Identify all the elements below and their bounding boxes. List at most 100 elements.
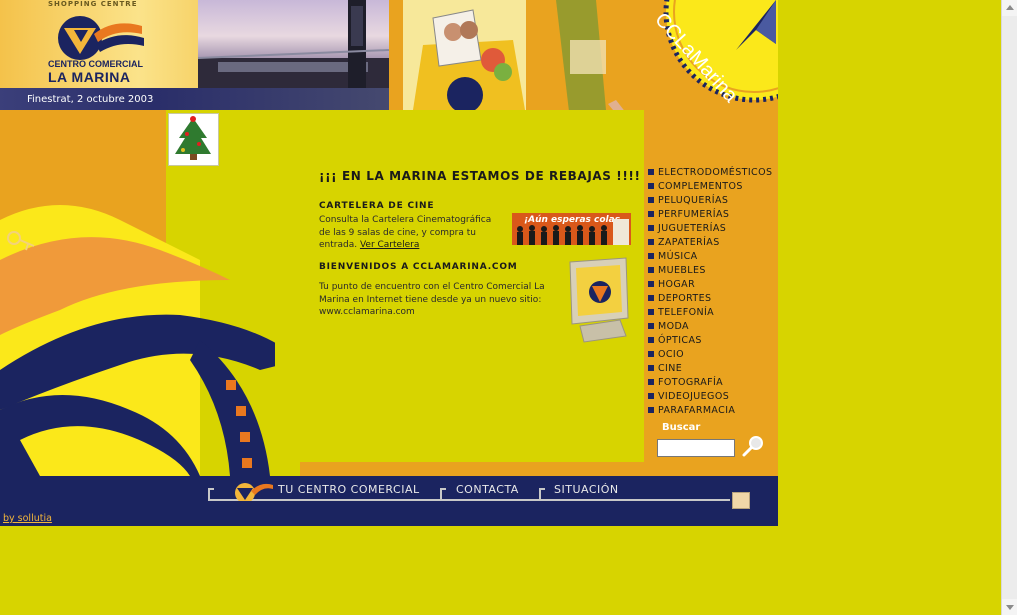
nav-label: OCIO: [658, 349, 684, 360]
nav-label: MODA: [658, 321, 689, 332]
nav-item-electrodomesticos[interactable]: ELECTRODOMÉSTICOS: [648, 167, 772, 181]
cinema-text-line: de las 9 salas de cine, y compra tu: [319, 227, 476, 238]
bullet-icon: [648, 267, 654, 273]
nav-label: DEPORTES: [658, 293, 712, 304]
scroll-down-button[interactable]: [1002, 599, 1017, 615]
nav-label: ÓPTICAS: [658, 335, 702, 346]
nav-item-opticas[interactable]: ÓPTICAS: [648, 335, 772, 349]
welcome-text-line: www.cclamarina.com: [319, 307, 415, 317]
bullet-icon: [648, 169, 654, 175]
nav-item-parafarmacia[interactable]: PARAFARMACIA: [648, 405, 772, 419]
bullet-icon: [648, 393, 654, 399]
building-photo: [198, 0, 389, 90]
nav-item-videojuegos[interactable]: VIDEOJUEGOS: [648, 391, 772, 405]
bullet-icon: [648, 239, 654, 245]
nav-label: TELEFONÍA: [658, 307, 715, 318]
nav-item-cine[interactable]: CINE: [648, 363, 772, 377]
footer-link-centro[interactable]: TU CENTRO COMERCIAL: [278, 483, 420, 496]
footer-link-situacion[interactable]: SITUACIÓN: [554, 483, 619, 496]
nav-label: PELUQUERÍAS: [658, 195, 729, 206]
nav-label: MÚSICA: [658, 251, 698, 262]
bullet-icon: [648, 295, 654, 301]
chevron-down-icon: [1006, 605, 1014, 610]
welcome-title: BIENVENIDOS A CCLAMARINA.COM: [319, 262, 518, 272]
cinema-description: Consulta la Cartelera Cinematográfica de…: [319, 214, 509, 252]
bullet-icon: [648, 225, 654, 231]
chevron-up-icon: [1006, 5, 1014, 10]
welcome-text-line: Tu punto de encuentro con el Centro Come…: [319, 282, 545, 292]
nav-label: ELECTRODOMÉSTICOS: [658, 167, 773, 178]
nav-label: ZAPATERÍAS: [658, 237, 720, 248]
nav-label: CINE: [658, 363, 683, 374]
search-label: Buscar: [662, 422, 701, 433]
nav-label: PERFUMERÍAS: [658, 209, 730, 220]
logo-name-line2: LA MARINA: [48, 69, 131, 85]
bullet-icon: [648, 407, 654, 413]
welcome-text-line: Marina en Internet tiene desde ya un nue…: [319, 294, 542, 305]
cinema-text-line: Consulta la Cartelera Cinematográfica: [319, 215, 492, 225]
nav-item-muebles[interactable]: MUEBLES: [648, 265, 772, 279]
bullet-icon: [648, 323, 654, 329]
welcome-description: Tu punto de encuentro con el Centro Come…: [319, 281, 564, 319]
bullet-icon: [648, 309, 654, 315]
site-logo[interactable]: SHOPPING CENTRE CENTRO COMERCIAL LA MARI…: [0, 0, 198, 90]
cclamarina-brand[interactable]: CCLaMarina: [640, 0, 778, 128]
nav-item-deportes[interactable]: DEPORTES: [648, 293, 772, 307]
nav-item-telefonia[interactable]: TELEFONÍA: [648, 307, 772, 321]
bullet-icon: [648, 365, 654, 371]
bullet-icon: [648, 337, 654, 343]
footer-bracket: [208, 488, 214, 499]
nav-item-fotografia[interactable]: FOTOGRAFÍA: [648, 377, 772, 391]
cinema-title: CARTELERA DE CINE: [319, 201, 435, 211]
logo-tagline: SHOPPING CENTRE: [48, 0, 138, 8]
nav-label: PARAFARMACIA: [658, 405, 736, 416]
nav-item-zapaterias[interactable]: ZAPATERÍAS: [648, 237, 772, 251]
current-date: Finestrat, 2 octubre 2003: [27, 94, 154, 105]
compass-brand-icon: CCLaMarina: [650, 0, 778, 107]
footer-bracket: [440, 488, 446, 499]
scroll-up-button[interactable]: [1002, 0, 1017, 16]
footer-bracket: [539, 488, 545, 499]
bullet-icon: [648, 197, 654, 203]
sales-headline: ¡¡¡ EN LA MARINA ESTAMOS DE REBAJAS !!!!: [319, 169, 641, 183]
left-wave-decoration: [0, 110, 300, 476]
nav-label: FOTOGRAFÍA: [658, 377, 724, 388]
bullet-icon: [648, 183, 654, 189]
nav-item-ocio[interactable]: OCIO: [648, 349, 772, 363]
nav-item-complementos[interactable]: COMPLEMENTOS: [648, 181, 772, 195]
nav-label: COMPLEMENTOS: [658, 181, 743, 192]
vertical-scrollbar[interactable]: [1001, 0, 1017, 615]
footer-link-contacta[interactable]: CONTACTA: [456, 483, 519, 496]
search-input[interactable]: [657, 439, 735, 457]
queue-silhouettes-icon: [517, 219, 629, 245]
bullet-icon: [648, 379, 654, 385]
nav-label: HOGAR: [658, 279, 696, 290]
christmas-tree-image[interactable]: [168, 113, 219, 166]
footer-logo-icon: [235, 483, 273, 501]
nav-item-perfumerias[interactable]: PERFUMERÍAS: [648, 209, 772, 223]
nav-label: MUEBLES: [658, 265, 706, 276]
category-nav: ELECTRODOMÉSTICOS COMPLEMENTOS PELUQUERÍ…: [648, 167, 772, 419]
nav-item-moda[interactable]: MODA: [648, 321, 772, 335]
cinema-text-line: entrada.: [319, 240, 358, 250]
sollutia-credit-link[interactable]: by sollutia: [3, 513, 52, 524]
nav-item-hogar[interactable]: HOGAR: [648, 279, 772, 293]
bullet-icon: [648, 281, 654, 287]
bullet-icon: [648, 211, 654, 217]
nav-item-musica[interactable]: MÚSICA: [648, 251, 772, 265]
shopping-bags-illustration: [403, 0, 526, 110]
nav-item-jugueterias[interactable]: JUGUETERÍAS: [648, 223, 772, 237]
christmas-tree-icon: [175, 116, 211, 160]
search-icon[interactable]: [741, 434, 765, 458]
shopping-bags-photo: [403, 0, 526, 110]
cinema-queue-banner[interactable]: ¡Aún esperas colas: [512, 213, 631, 245]
logo-emblem-icon: [58, 16, 144, 60]
building-illustration: [198, 0, 389, 90]
ver-cartelera-link[interactable]: Ver Cartelera: [360, 240, 419, 250]
nav-label: VIDEOJUEGOS: [658, 391, 730, 402]
nav-label: JUGUETERÍAS: [658, 223, 727, 234]
logo-name-line1: CENTRO COMERCIAL: [48, 59, 143, 69]
footer-square-button[interactable]: [732, 492, 750, 509]
bullet-icon: [648, 351, 654, 357]
nav-item-peluquerias[interactable]: PELUQUERÍAS: [648, 195, 772, 209]
